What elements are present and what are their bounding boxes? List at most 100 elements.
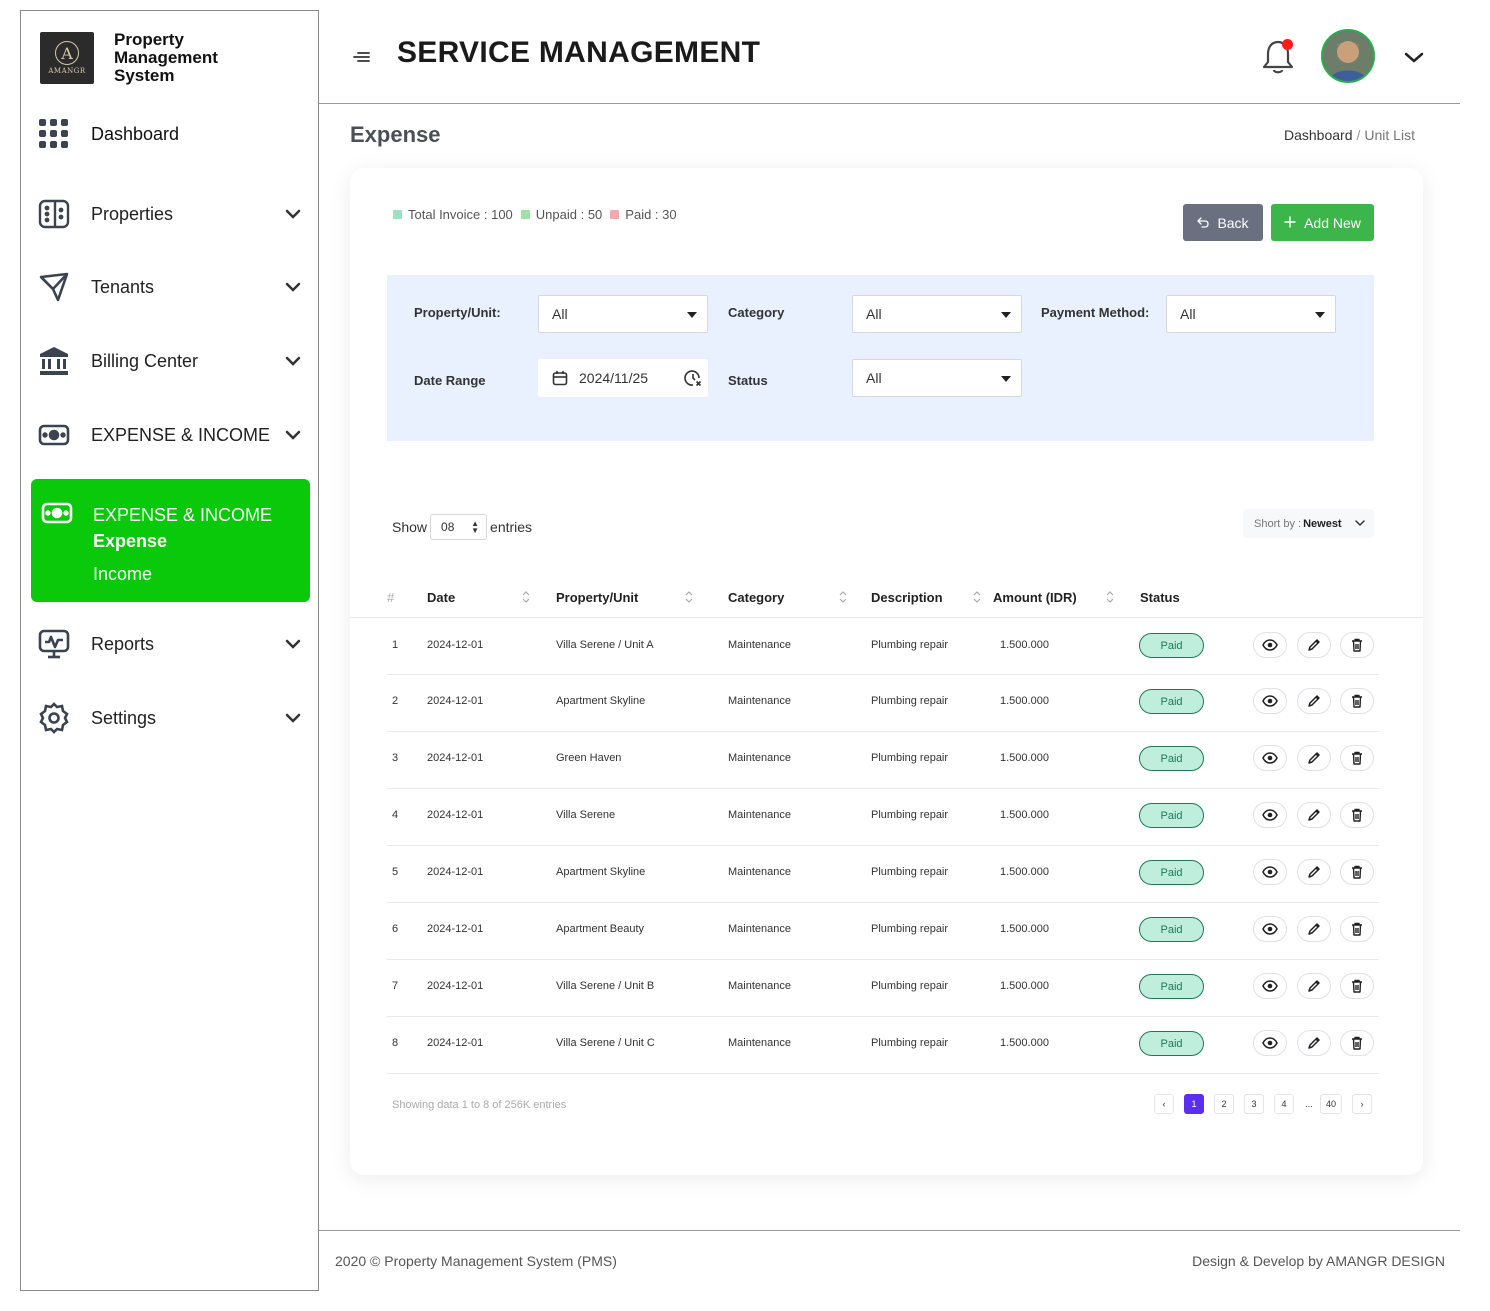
chevron-down-icon[interactable] [283,708,303,728]
delete-button[interactable] [1340,688,1374,714]
cell-date: 2024-12-01 [427,695,484,707]
category-label: Category [728,305,785,320]
showing-text: Showing data 1 to 8 of 256K entries [392,1099,567,1111]
sidebar-item-properties[interactable]: Properties [38,192,303,236]
view-button[interactable] [1253,916,1287,942]
column-header-amount[interactable]: Amount (IDR) [993,590,1077,605]
sidebar-active-group: EXPENSE & INCOME Expense Income [31,479,310,602]
entries-stepper[interactable]: 08 ▲ ▼ [430,514,488,540]
delete-button[interactable] [1340,859,1374,885]
footer-credit: Design & Develop by AMANGR DESIGN [1192,1253,1445,1269]
status-select[interactable]: All [852,359,1022,397]
view-button[interactable] [1253,802,1287,828]
cell-number: 4 [392,809,399,821]
trash-icon [1351,865,1363,879]
sort-dropdown[interactable]: Short by : Newest [1243,509,1374,538]
view-button[interactable] [1253,688,1287,714]
cell-category: Maintenance [728,923,791,935]
status-badge: Paid [1139,1031,1204,1056]
edit-button[interactable] [1297,802,1331,828]
summary-paid: Paid : 30 [610,207,677,222]
column-header-property[interactable]: Property/Unit [556,590,638,605]
bank-icon [38,345,70,377]
menu-toggle-icon[interactable] [352,47,372,67]
trash-icon [1351,808,1363,822]
sort-icon[interactable] [684,590,694,604]
edit-button[interactable] [1297,745,1331,771]
page-button-last[interactable]: 40 [1320,1094,1342,1114]
breadcrumb-home[interactable]: Dashboard [1284,127,1353,143]
sidebar-item-expense-income[interactable]: EXPENSE & INCOME [38,413,303,457]
chevron-down-icon[interactable] [283,351,303,371]
sort-value: Newest [1303,517,1342,530]
view-button[interactable] [1253,973,1287,999]
column-header-date[interactable]: Date [427,590,455,605]
avatar[interactable] [1321,29,1375,83]
delete-button[interactable] [1340,632,1374,658]
delete-button[interactable] [1340,973,1374,999]
page-button-3[interactable]: 3 [1244,1094,1264,1114]
add-new-button[interactable]: Add New [1271,204,1374,241]
sort-icon[interactable] [1105,590,1115,604]
sidebar-subitem-income[interactable]: Income [93,564,152,585]
delete-button[interactable] [1340,916,1374,942]
prev-page-button[interactable]: ‹ [1154,1094,1174,1114]
sort-icon[interactable] [972,590,982,604]
edit-button[interactable] [1297,916,1331,942]
delete-button[interactable] [1340,745,1374,771]
trash-icon [1351,922,1363,936]
property-unit-select[interactable]: All [538,295,708,333]
date-range-input[interactable]: 2024/11/25 [538,359,708,397]
expense-card: Total Invoice : 100 Unpaid : 50 Paid : 3… [350,168,1423,1175]
delete-button[interactable] [1340,802,1374,828]
payment-method-select[interactable]: All [1166,295,1336,333]
brand[interactable]: A AMANGR Property Management System [40,31,244,85]
back-button[interactable]: Back [1183,204,1263,241]
page-button-1[interactable]: 1 [1184,1094,1204,1114]
sidebar-subitem-expense[interactable]: Expense [93,531,167,552]
sidebar-item-label: Billing Center [91,350,199,371]
sidebar-item-tenants[interactable]: Tenants [38,265,303,309]
chevron-down-icon[interactable] [1402,46,1426,70]
sidebar-item-billing-center[interactable]: Billing Center [38,339,303,383]
category-select[interactable]: All [852,295,1022,333]
sort-icon[interactable] [838,590,848,604]
page-button-4[interactable]: 4 [1274,1094,1294,1114]
edit-button[interactable] [1297,1030,1331,1056]
entries-value: 08 [441,520,455,534]
chevron-down-icon[interactable] [283,204,303,224]
column-header-description[interactable]: Description [871,590,943,605]
edit-button[interactable] [1297,632,1331,658]
chevron-down-icon[interactable] [283,425,303,445]
view-button[interactable] [1253,745,1287,771]
page-button-2[interactable]: 2 [1214,1094,1234,1114]
table-row: 8 2024-12-01 Villa Serene / Unit C Maintena… [387,1017,1379,1074]
cell-number: 1 [392,639,399,651]
column-header-category[interactable]: Category [728,590,784,605]
stepper-arrows-icon: ▲ ▼ [471,519,480,535]
sidebar-item-label: EXPENSE & INCOME [93,505,273,525]
edit-button[interactable] [1297,973,1331,999]
chevron-down-icon[interactable] [283,277,303,297]
add-new-button-label: Add New [1304,214,1361,231]
next-page-button[interactable]: › [1352,1094,1372,1114]
clock-clear-icon[interactable] [684,369,702,387]
chevron-down-icon[interactable] [283,634,303,654]
summary-total-label: Total Invoice : 100 [408,207,513,222]
view-button[interactable] [1253,859,1287,885]
delete-button[interactable] [1340,1030,1374,1056]
view-button[interactable] [1253,1030,1287,1056]
sidebar-item-expense-income-active[interactable]: EXPENSE & INCOME [41,497,272,534]
cell-number: 2 [392,695,399,707]
trash-icon [1351,638,1363,652]
sort-icon[interactable] [521,590,531,604]
table-header: # Date Property/Unit Category Descriptio… [350,578,1423,618]
sidebar-item-reports[interactable]: Reports [38,622,303,666]
edit-button[interactable] [1297,688,1331,714]
entries-label: entries [490,519,533,535]
sidebar-item-dashboard[interactable]: Dashboard [38,112,303,156]
view-button[interactable] [1253,632,1287,658]
notification-dot [1282,39,1293,50]
sidebar-item-settings[interactable]: Settings [38,696,303,740]
edit-button[interactable] [1297,859,1331,885]
